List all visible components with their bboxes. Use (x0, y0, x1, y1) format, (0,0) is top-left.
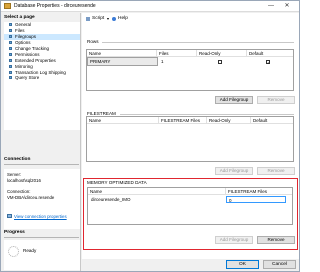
connection-heading-text: Connection (4, 157, 31, 162)
memory-remove-button[interactable]: Remove (257, 236, 295, 244)
read-only-checkbox[interactable] (218, 59, 222, 64)
connection-properties-icon (7, 214, 12, 218)
close-icon[interactable]: ✕ (281, 2, 293, 10)
table-row[interactable]: dirceuresende_IMO 0 (88, 196, 292, 203)
col-name: Name (87, 117, 159, 124)
col-files: Files (157, 50, 197, 57)
col-name: Name (87, 50, 157, 57)
title-bar: Database Properties - dirceuresende — ✕ (1, 1, 299, 12)
page-icon (9, 35, 12, 39)
database-icon (4, 3, 11, 9)
filestream-divider (120, 114, 294, 115)
rows-section-label: Rows (87, 39, 99, 44)
minimize-icon[interactable]: — (265, 2, 277, 10)
page-item-label: Transaction Log Shipping (15, 69, 66, 75)
server-label: Server: (7, 172, 22, 177)
script-button[interactable]: Script ▼ (86, 16, 110, 21)
page-item-label: Extended Properties (15, 57, 56, 63)
script-label: Script (92, 16, 105, 21)
progress-spinner-icon (8, 246, 19, 257)
page-icon (9, 41, 12, 45)
rows-grid: Name Files Read-Only Default PRIMARY 1 ✓ (86, 49, 294, 91)
select-page-heading: Select a page (4, 15, 79, 22)
progress-block: Ready (4, 240, 80, 270)
page-icon (9, 76, 12, 80)
page-item-label: General (15, 22, 32, 28)
page-icon (9, 23, 12, 27)
connection-value: VM-DBA\dirceu.resende (7, 195, 55, 200)
button-label: OK (239, 262, 246, 267)
rows-divider (102, 42, 294, 43)
left-pane: Select a page General Files Filegroups O… (2, 13, 81, 271)
select-page-heading-text: Select a page (4, 15, 35, 20)
help-label: Help (118, 16, 128, 21)
row-files-cell[interactable]: 1 (159, 58, 197, 65)
chevron-down-icon: ▼ (106, 16, 110, 21)
cancel-button[interactable]: Cancel (263, 260, 296, 269)
server-value: localhost\sql2016 (7, 178, 41, 183)
col-default: Default (249, 51, 264, 56)
page-item-label: Query Store (15, 75, 40, 81)
help-button[interactable]: Help (112, 16, 128, 21)
row-name-cell[interactable]: dirceuresende_IMO (89, 196, 219, 203)
progress-divider (4, 237, 79, 238)
button-label: Remove (267, 97, 285, 102)
right-pane: Script ▼ Help Rows Name Files Read-Only … (82, 13, 299, 259)
page-icon (9, 64, 12, 68)
database-properties-window: Database Properties - dirceuresende — ✕ … (0, 0, 300, 272)
rows-add-filegroup-button[interactable]: Add Filegroup (215, 96, 253, 104)
col-name: Name (88, 188, 226, 195)
filestream-add-filegroup-button[interactable]: Add Filegroup (215, 167, 253, 175)
help-icon (112, 16, 116, 21)
page-icon (9, 29, 12, 33)
rows-remove-button[interactable]: Remove (257, 96, 295, 104)
memory-grid-header: Name FILESTREAM Files (88, 188, 292, 195)
page-item-label: Mirroring (15, 63, 33, 69)
connection-label: Connection: (7, 189, 31, 194)
script-icon (86, 16, 90, 21)
row-files-cell[interactable]: 0 (226, 196, 286, 203)
view-connection-properties-link[interactable]: View connection properties (14, 214, 67, 219)
col-filestream-files: FILESTREAM Files (228, 189, 268, 194)
page-list: General Files Filegroups Options Change … (4, 22, 80, 130)
page-icon (9, 52, 12, 56)
filestream-grid: Name FILESTREAM Files Read-Only Default (86, 116, 294, 162)
button-label: Remove (267, 168, 285, 173)
button-label: Add Filegroup (219, 168, 249, 173)
rows-grid-header: Name Files Read-Only Default (87, 50, 293, 57)
default-checkbox[interactable]: ✓ (266, 59, 270, 64)
page-item-label: Change Tracking (15, 46, 50, 51)
page-item-query-store[interactable]: Query Store (4, 75, 80, 81)
page-item-label: Permissions (15, 51, 40, 57)
button-label: Remove (267, 237, 285, 242)
page-item-label: Filegroups (15, 34, 37, 40)
button-label: Add Filegroup (219, 237, 249, 242)
page-icon (9, 47, 12, 50)
page-item-label: Files (15, 28, 25, 34)
filestream-remove-button[interactable]: Remove (257, 167, 295, 175)
connection-divider (4, 164, 79, 165)
row-name-cell[interactable]: PRIMARY (87, 57, 158, 66)
ok-button[interactable]: OK (226, 260, 259, 269)
col-read-only: Read-Only (197, 50, 247, 57)
memory-section-label: MEMORY OPTIMIZED DATA (87, 180, 147, 185)
window-title: Database Properties - dirceuresende (14, 3, 96, 9)
filestream-grid-header: Name FILESTREAM Files Read-Only Default (87, 117, 293, 124)
col-default: Default (253, 118, 268, 123)
progress-heading-text: Progress (4, 230, 25, 235)
memory-grid: Name FILESTREAM Files dirceuresende_IMO … (87, 187, 293, 225)
col-filestream-files: FILESTREAM Files (159, 117, 207, 124)
button-label: Add Filegroup (219, 97, 249, 102)
connection-block: Server: localhost\sql2016 Connection: VM… (4, 169, 80, 229)
page-icon (9, 70, 12, 74)
page-icon (9, 58, 12, 62)
button-label: Cancel (272, 262, 287, 267)
col-read-only: Read-Only (207, 117, 251, 124)
memory-add-filegroup-button[interactable]: Add Filegroup (215, 236, 253, 244)
progress-status: Ready (23, 248, 37, 253)
table-row[interactable]: PRIMARY 1 ✓ (87, 57, 293, 66)
connection-heading: Connection (4, 157, 79, 164)
progress-heading: Progress (4, 230, 79, 237)
page-item-label: Options (15, 40, 31, 46)
